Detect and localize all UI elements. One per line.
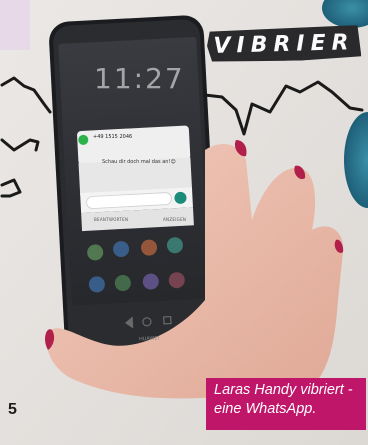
caption-box: Laras Handy vibriert - eine WhatsApp. (206, 378, 366, 430)
phone-brand: HUAWEI (138, 335, 160, 343)
notification-show-label: ANZEIGEN (163, 217, 187, 222)
caption-line-2: eine WhatsApp. (214, 401, 317, 417)
notification-sender: +49 1515 2046 (93, 134, 133, 140)
vibrier-title: VIBRIER (213, 29, 355, 59)
notification-message: Schau dir doch mal das an!😊 (102, 159, 176, 165)
notification-reply-label: BEANTWORTEN (94, 217, 129, 222)
corner-paper (0, 0, 30, 50)
page-number: 5 (8, 401, 17, 418)
caption-line-1: Laras Handy vibriert - (214, 382, 353, 398)
lock-screen-time: 11:27 (94, 62, 185, 95)
